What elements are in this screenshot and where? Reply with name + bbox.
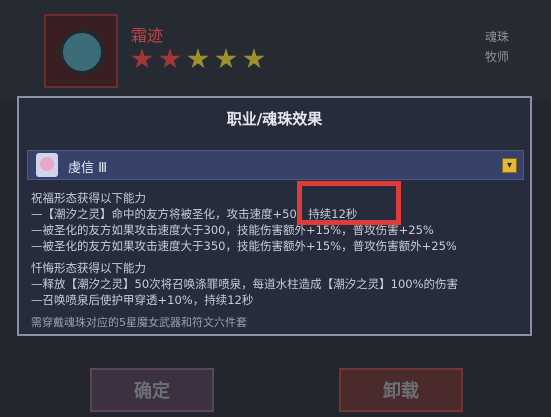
penance-form-description: 忏悔形态获得以下能力 —释放【潮汐之灵】50次将召唤涤罪喷泉，每道水柱造成【潮汐…	[31, 260, 458, 308]
effects-modal: 职业/魂珠效果 虔信 Ⅲ ▾ 祝福形态获得以下能力 —【潮汐之灵】命中的友方将被…	[17, 96, 532, 336]
star-icon	[159, 48, 181, 69]
star-icon	[215, 48, 237, 69]
item-header: 霜迹 魂珠 牧师	[0, 0, 551, 100]
skill-name: 虔信 Ⅲ	[68, 161, 108, 176]
confirm-button[interactable]: 确定	[90, 368, 214, 412]
star-icon	[131, 48, 153, 69]
soul-item-frame[interactable]	[44, 14, 118, 88]
description-line: —被圣化的友方如果攻击速度大于350，技能伤害额外+15%，普攻伤害额外+25%	[31, 239, 457, 253]
star-icon	[187, 48, 209, 69]
soul-orb-icon	[60, 30, 104, 74]
star-rating	[131, 48, 271, 74]
star-icon	[243, 48, 265, 69]
modal-title: 职业/魂珠效果	[226, 110, 323, 128]
item-class: 牧师	[485, 50, 510, 64]
skill-row[interactable]: 虔信 Ⅲ ▾	[27, 150, 524, 180]
item-type: 魂珠	[485, 30, 510, 44]
description-line: 忏悔形态获得以下能力	[31, 261, 146, 275]
expand-toggle-icon[interactable]: ▾	[502, 158, 517, 173]
description-line: —召唤喷泉后使护甲穿透+10%，持续12秒	[31, 293, 254, 307]
requirement-note: 需穿戴魂珠对应的5星魔女武器和符文六件套	[31, 316, 247, 329]
description-line: —释放【潮汐之灵】50次将召唤涤罪喷泉，每道水柱造成【潮汐之灵】100%的伤害	[31, 277, 459, 291]
soul-item-name: 霜迹	[131, 26, 164, 45]
highlight-box	[297, 181, 401, 225]
character-portrait-icon	[36, 153, 58, 177]
unload-button[interactable]: 卸载	[339, 368, 463, 412]
